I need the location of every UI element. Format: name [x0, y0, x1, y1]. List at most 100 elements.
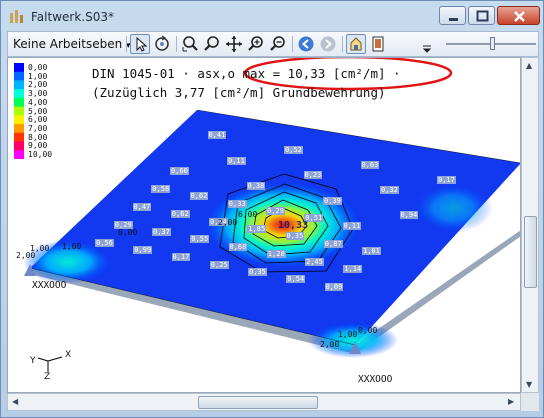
value-label: 0,35 [285, 232, 305, 241]
contour-label: 0,00 [358, 326, 378, 335]
vertical-scrollbar[interactable]: ▲ ▼ [521, 57, 539, 393]
select-arrow-icon [136, 36, 148, 52]
support-label-right: XXXOOO [358, 374, 393, 385]
legend-swatch [14, 71, 24, 81]
value-label: 0,35 [248, 268, 267, 276]
legend-value: 2,00 [28, 80, 48, 90]
forward-nav-button[interactable] [318, 34, 338, 54]
rotate-view-icon [155, 35, 169, 51]
contour-label: 6,00 [238, 210, 258, 219]
zoom-out-icon [270, 36, 285, 51]
value-label: 0,09 [324, 282, 344, 291]
result-heading: DIN 1045-01 · asx,o max = 10,33 [cm²/m] … [92, 66, 401, 81]
zoom-button[interactable] [202, 34, 222, 54]
application-window: Faltwerk.S03* Keine Arbeitseben ▾ 0,00 1… [0, 0, 544, 418]
value-label: 0,37 [152, 228, 171, 236]
toolbar-overflow-button[interactable] [420, 34, 434, 54]
contour-label: 1,00 [30, 244, 50, 253]
value-label: 0,68 [228, 242, 248, 251]
scroll-right-icon[interactable]: ▶ [508, 397, 514, 406]
legend-swatch [14, 97, 24, 108]
horizontal-scrollbar[interactable]: ◀ ▶ [7, 393, 521, 411]
value-label: 0,52 [284, 146, 303, 154]
toolbar-overflow-icon [422, 45, 432, 53]
title-bar[interactable]: Faltwerk.S03* [1, 1, 544, 31]
legend-value: 1,00 [28, 71, 48, 81]
rotate-view-button[interactable] [152, 34, 172, 54]
value-label: 0,60 [170, 167, 189, 175]
legend-swatch [14, 141, 24, 151]
minimize-icon [449, 18, 458, 21]
value-label: 0,32 [380, 186, 399, 194]
scroll-down-icon[interactable]: ▼ [526, 380, 532, 389]
workplane-select[interactable]: Keine Arbeitseben ▾ [11, 35, 131, 53]
toolbar: Keine Arbeitseben ▾ [7, 31, 539, 57]
page-view-icon [372, 36, 384, 52]
value-label: 0,87 [323, 239, 343, 248]
maximize-button[interactable] [468, 6, 495, 25]
close-button[interactable] [497, 6, 540, 25]
zoom-in-button[interactable] [246, 34, 266, 54]
value-label: 0,23 [303, 171, 323, 180]
value-label: 0,62 [189, 192, 209, 201]
legend-value: 3,00 [28, 89, 48, 99]
value-label: 0,17 [171, 253, 191, 262]
scroll-left-icon[interactable]: ◀ [12, 397, 18, 406]
legend-swatch [14, 63, 24, 73]
legend-value: 5,00 [28, 106, 48, 116]
value-label: 0,99 [133, 245, 153, 254]
contour-label: 1,00 [62, 242, 82, 251]
toolbar-separator [342, 36, 343, 52]
value-label: 0,11 [342, 221, 362, 230]
workplane-select-label: Keine Arbeitseben [13, 37, 123, 51]
pan-button[interactable] [224, 34, 244, 54]
value-label: 0,63 [360, 160, 380, 169]
value-label: 0,11 [227, 156, 246, 165]
zoom-slider-thumb[interactable] [490, 37, 495, 50]
maximize-icon [476, 10, 489, 22]
legend-swatch [14, 124, 24, 134]
app-icon [10, 10, 23, 23]
value-label: 1,14 [343, 264, 363, 273]
value-label: 0,17 [437, 175, 456, 184]
page-view-button[interactable] [368, 34, 388, 54]
hide-elements-button[interactable] [346, 34, 366, 54]
legend-swatch [14, 106, 24, 116]
vertical-scroll-thumb[interactable] [524, 216, 537, 288]
zoom-icon [204, 36, 219, 51]
toolbar-separator [126, 36, 127, 52]
pan-icon [226, 36, 242, 52]
contour-label: 0,00 [118, 228, 138, 237]
window-title: Faltwerk.S03* [31, 10, 114, 24]
value-label: 0,55 [190, 235, 210, 244]
zoom-window-button[interactable] [180, 34, 200, 54]
zoom-in-icon [248, 36, 263, 51]
forward-nav-icon [320, 36, 336, 52]
value-label: 0,29 [266, 207, 285, 215]
value-label: 0,38 [246, 181, 266, 190]
contour-label: 1,00 [338, 330, 358, 339]
legend-swatch [14, 150, 24, 159]
select-arrow-button[interactable] [130, 34, 150, 54]
legend-swatch [14, 132, 24, 143]
minimize-button[interactable] [439, 6, 466, 25]
peak-label: 10,33 [278, 220, 309, 231]
legend-value: 9,00 [28, 141, 48, 151]
contour-label: 2,00 [320, 340, 340, 349]
axis-triad [37, 356, 63, 372]
legend-value: 0,00 [28, 63, 48, 72]
scroll-up-icon[interactable]: ▲ [526, 61, 532, 70]
legend-value: 4,00 [28, 97, 48, 107]
value-label: 1,01 [362, 247, 381, 255]
legend-value: 7,00 [28, 123, 48, 133]
toolbar-separator [176, 36, 177, 52]
value-label: 0,41 [207, 131, 227, 140]
zoom-out-button[interactable] [268, 34, 288, 54]
value-label: 2,45 [305, 257, 324, 266]
back-nav-icon [298, 36, 314, 52]
horizontal-scroll-thumb[interactable] [198, 396, 318, 409]
value-label: 0,25 [209, 260, 229, 269]
zoom-window-icon [182, 36, 198, 52]
graphics-canvas[interactable]: 0,00 1,00 2,00 3,00 4,00 5,00 6,00 7,00 8,00 9,00… [7, 57, 521, 393]
back-nav-button[interactable] [296, 34, 316, 54]
